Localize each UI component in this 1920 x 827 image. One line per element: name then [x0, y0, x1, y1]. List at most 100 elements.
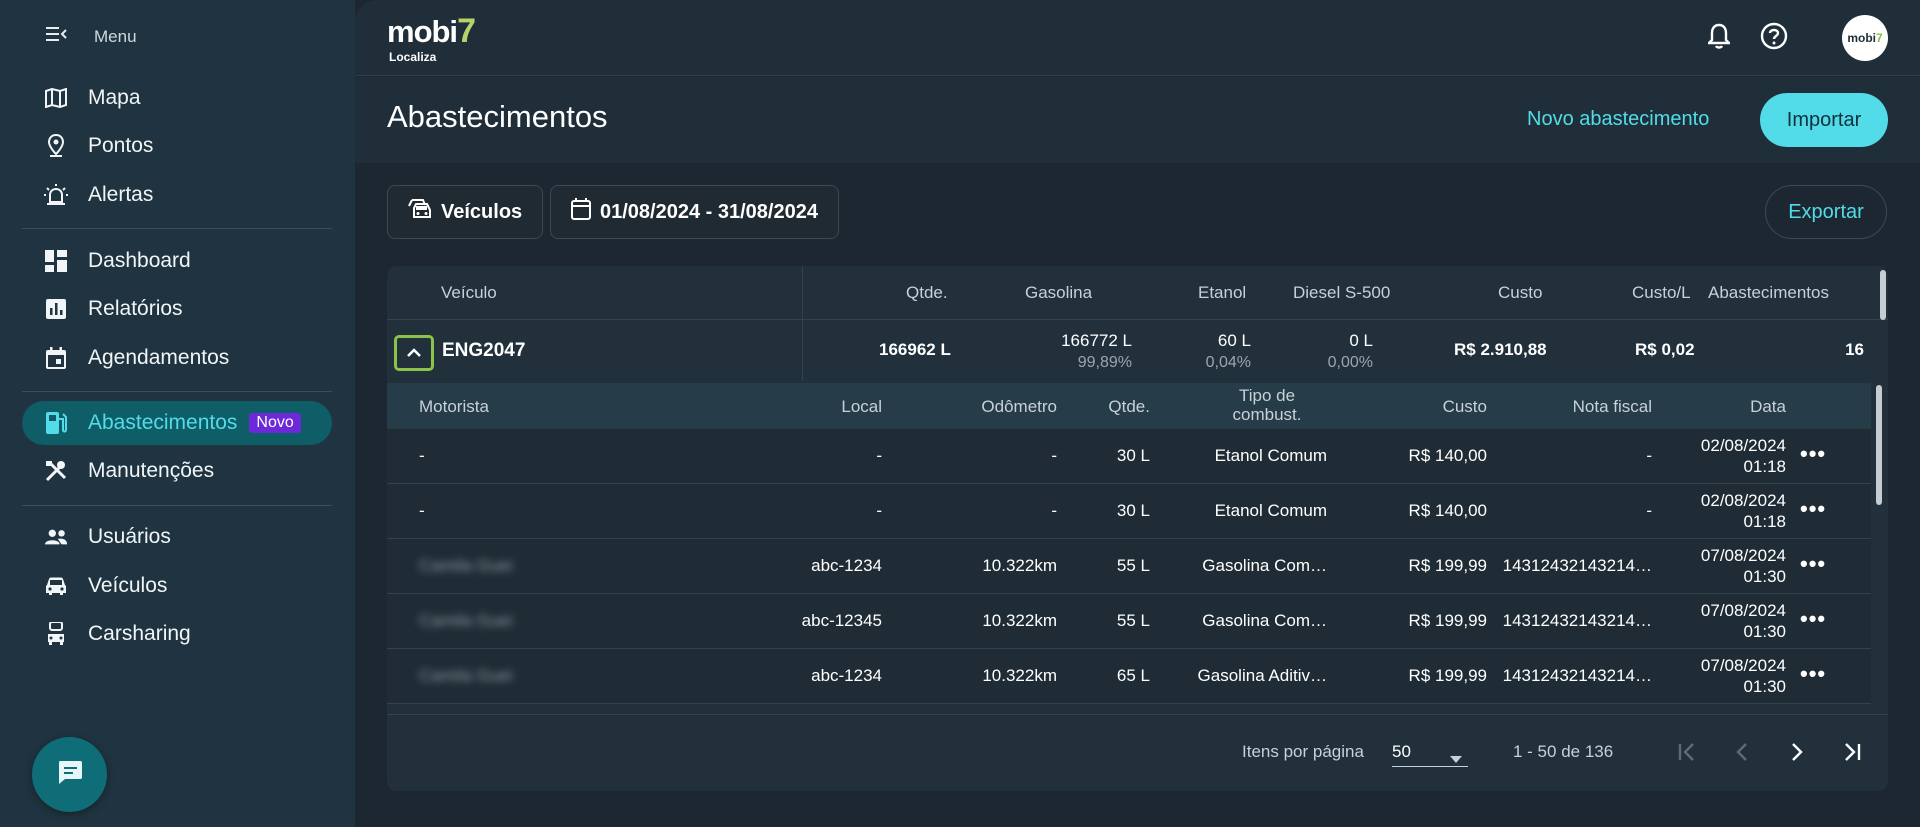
avatar-seven: 7: [1875, 31, 1883, 45]
cell-nota-fiscal: 14312432143214…: [1502, 666, 1652, 685]
cell-custo: R$ 199,99: [1408, 611, 1487, 630]
sidebar-item-label: Manutenções: [88, 459, 215, 482]
collapse-row-button[interactable]: [394, 335, 434, 371]
cell-nota-fiscal: -: [1646, 446, 1652, 465]
previous-page-button[interactable]: [1727, 739, 1757, 769]
cell-nota-fiscal: 14312432143214…: [1502, 556, 1652, 575]
pin-icon: [44, 134, 68, 158]
cell-data: 07/08/2024 01:30: [1667, 545, 1786, 587]
cell-custo: R$ 140,00: [1408, 446, 1487, 465]
sidebar-item-veiculos[interactable]: Veículos: [22, 564, 332, 608]
users-icon: [44, 525, 68, 549]
map-icon: [44, 86, 68, 110]
cell-local: -: [876, 446, 882, 465]
cell-custo-litro: R$ 0,02: [1635, 340, 1695, 359]
row-more-button[interactable]: •••: [1800, 496, 1826, 522]
cell-tipo: Etanol Comum: [1214, 501, 1327, 520]
notifications-button[interactable]: [1701, 20, 1737, 56]
row-more-button[interactable]: •••: [1800, 551, 1826, 577]
col-qtde: Qtde.: [906, 283, 948, 302]
cell-abastecimentos: 16: [1845, 340, 1864, 359]
sidebar-item-usuarios[interactable]: Usuários: [22, 515, 332, 559]
table-row[interactable]: Camila Guei abc-1234 10.322km 55 L Gasol…: [387, 539, 1871, 594]
sidebar-item-alertas[interactable]: Alertas: [22, 173, 332, 217]
next-page-button[interactable]: [1782, 739, 1812, 769]
cell-odometro: 10.322km: [982, 666, 1057, 685]
cell-motorista: Camila Guei: [419, 611, 513, 630]
col-nota-fiscal: Nota fiscal: [1572, 397, 1652, 416]
col-data: Data: [1750, 397, 1786, 416]
per-page-value: 50: [1392, 742, 1411, 761]
calendar-icon: [44, 346, 68, 370]
col-veiculo: Veículo: [441, 283, 497, 302]
cell-qtde: 30 L: [1116, 446, 1150, 465]
new-badge: Novo: [249, 413, 301, 433]
table-row[interactable]: - - - 30 L Etanol Comum R$ 140,00 - 02/0…: [387, 429, 1871, 484]
last-page-button[interactable]: [1837, 739, 1867, 769]
table-row[interactable]: Camila Guei abc-1234 10.322km 65 L Gasol…: [387, 649, 1871, 704]
cell-etanol: 60 L 0,04%: [1187, 331, 1251, 372]
sidebar-item-mapa[interactable]: Mapa: [22, 76, 332, 120]
col-custo: Custo: [1498, 283, 1543, 302]
date-range-label: 01/08/2024 - 31/08/2024: [600, 200, 818, 223]
export-button[interactable]: Exportar: [1765, 185, 1887, 239]
sidebar-item-abastecimentos[interactable]: Abastecimentos Novo: [22, 401, 332, 445]
sidebar-divider: [22, 505, 332, 506]
dashboard-icon: [44, 249, 68, 273]
avatar[interactable]: mobi 7: [1842, 15, 1888, 61]
col-tipo-line2: combust.: [1232, 405, 1302, 424]
chat-button[interactable]: [32, 737, 107, 812]
vehicles-filter-button[interactable]: Veículos: [387, 185, 544, 239]
sidebar-item-label: Carsharing: [88, 622, 191, 645]
main-content: mobi7 Localiza mobi 7 Abastecimentos Novo…: [355, 0, 1920, 827]
siren-icon: [44, 183, 68, 207]
car-icon: [44, 574, 68, 598]
row-more-button[interactable]: •••: [1800, 606, 1826, 632]
avatar-text: mobi: [1847, 31, 1876, 45]
table-scrollbar[interactable]: [1880, 270, 1886, 320]
sidebar-item-label: Alertas: [88, 183, 154, 206]
sidebar-item-label: Dashboard: [88, 249, 191, 272]
row-more-button[interactable]: •••: [1800, 441, 1826, 467]
bell-icon: [1706, 23, 1732, 54]
top-bar: mobi7 Localiza mobi 7: [355, 0, 1920, 76]
chevron-left-icon: [1736, 742, 1748, 766]
cell-tipo: Gasolina Com…: [1202, 611, 1327, 630]
new-fueling-link[interactable]: Novo abastecimento: [1527, 108, 1709, 131]
sidebar-item-label: Relatórios: [88, 297, 183, 320]
cell-qtde: 55 L: [1116, 611, 1150, 630]
sidebar-item-relatorios[interactable]: Relatórios: [22, 287, 332, 331]
per-page-select[interactable]: 50: [1392, 737, 1468, 767]
sidebar-item-label: Usuários: [88, 525, 171, 548]
sidebar-item-carsharing[interactable]: Carsharing: [22, 612, 332, 656]
gasolina-percent: 99,89%: [1077, 354, 1132, 371]
sidebar-item-manutencoes[interactable]: Manutenções: [22, 449, 332, 493]
cell-motorista: Camila Guei: [419, 556, 513, 575]
cell-time: 01:18: [1743, 457, 1786, 476]
cell-diesel: 0 L 0,00%: [1307, 331, 1373, 372]
dropdown-arrow-icon: [1450, 748, 1462, 768]
cell-data: 02/08/2024 01:18: [1667, 435, 1786, 477]
col-local: Local: [841, 397, 882, 416]
cell-local: abc-12345: [801, 611, 882, 630]
table-row[interactable]: Camila Guei abc-12345 10.322km 55 L Gaso…: [387, 594, 1871, 649]
sidebar-item-label: Pontos: [88, 134, 154, 157]
sidebar-item-pontos[interactable]: Pontos: [22, 124, 332, 168]
sidebar-item-agendamentos[interactable]: Agendamentos: [22, 336, 332, 380]
help-icon: [1760, 22, 1788, 55]
first-page-button[interactable]: [1672, 739, 1702, 769]
cell-time: 01:30: [1743, 622, 1786, 641]
col-motorista: Motorista: [419, 397, 489, 416]
help-button[interactable]: [1756, 20, 1792, 56]
mobi7-logo[interactable]: mobi7 Localiza: [387, 12, 476, 64]
sidebar-item-dashboard[interactable]: Dashboard: [22, 239, 332, 283]
row-more-button[interactable]: •••: [1800, 661, 1826, 687]
menu-toggle[interactable]: Menu: [46, 26, 137, 47]
date-range-button[interactable]: 01/08/2024 - 31/08/2024: [550, 185, 839, 239]
vehicle-row[interactable]: ENG2047 166962 L 166772 L 99,89% 60 L 0,…: [387, 321, 1888, 381]
etanol-percent: 0,04%: [1205, 354, 1251, 371]
detail-scrollbar[interactable]: [1876, 385, 1882, 505]
import-button[interactable]: Importar: [1760, 93, 1888, 147]
table-row[interactable]: - - - 30 L Etanol Comum R$ 140,00 - 02/0…: [387, 484, 1871, 539]
chevron-up-icon: [406, 343, 422, 363]
